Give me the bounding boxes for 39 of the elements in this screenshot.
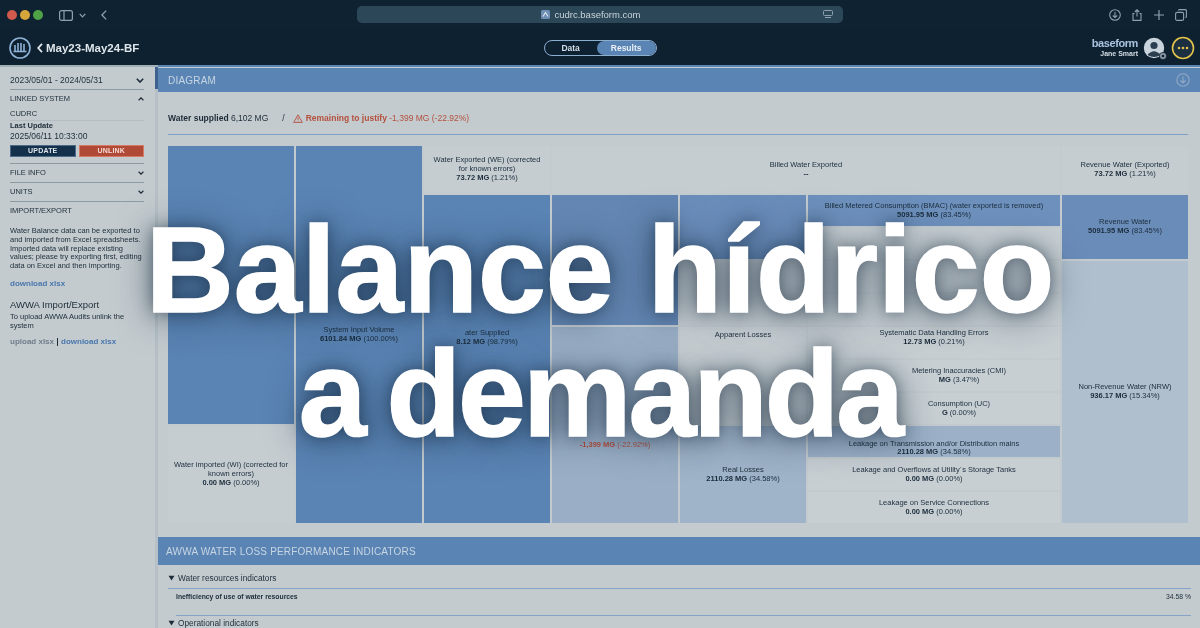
- avatar-icon[interactable]: [1143, 36, 1165, 59]
- reader-icon[interactable]: [823, 10, 833, 19]
- group-title[interactable]: Water resources indicators: [178, 573, 277, 583]
- minimize-dot-icon[interactable]: [20, 10, 30, 20]
- water-supplied-text: Water supplied 6,102 MG: [168, 113, 269, 123]
- address-field[interactable]: cudrc.baseform.com: [357, 6, 843, 23]
- awwa-title: AWWA Import/Export: [10, 299, 101, 311]
- chevron-down-icon[interactable]: [79, 12, 86, 18]
- download-icon[interactable]: [1109, 9, 1121, 21]
- section-title: DIAGRAM: [168, 74, 217, 86]
- tabs-icon[interactable]: [1175, 9, 1187, 21]
- warning-icon: [292, 113, 303, 123]
- caret-icon[interactable]: [168, 620, 175, 626]
- close-dot-icon[interactable]: [7, 10, 17, 20]
- chevron-up-icon[interactable]: [138, 96, 144, 101]
- chevron-down-icon[interactable]: [136, 77, 144, 83]
- group-title[interactable]: Operational indicators: [178, 618, 259, 628]
- view-tab[interactable]: Data: [544, 41, 597, 55]
- caret-icon[interactable]: [168, 575, 175, 581]
- slash-separator: /: [282, 113, 285, 123]
- chevron-down-icon[interactable]: [138, 190, 144, 194]
- chevron-down-icon[interactable]: [138, 171, 144, 175]
- sidebar-toggle-icon[interactable]: [59, 9, 73, 21]
- date-range-label[interactable]: 2023/05/01 - 2024/05/31: [10, 75, 103, 85]
- scrollbar-thumb[interactable]: [155, 67, 158, 89]
- brand-name: baseform: [1091, 37, 1138, 49]
- zoom-dot-icon[interactable]: [33, 10, 43, 20]
- chevron-left-icon: [37, 42, 43, 53]
- logo-icon[interactable]: [9, 36, 31, 59]
- back-icon[interactable]: [101, 10, 107, 20]
- section-title: AWWA WATER LOSS PERFORMANCE INDICATORS: [166, 545, 416, 557]
- chat-icon[interactable]: [1171, 35, 1195, 60]
- field-value: 2025/06/11 10:33:00: [10, 131, 88, 141]
- plus-icon[interactable]: [1153, 9, 1165, 21]
- share-icon[interactable]: [1131, 9, 1143, 21]
- remaining-text: Remaining to justify -1,399 MG (-22.92%): [305, 113, 470, 123]
- favicon-icon: [541, 10, 551, 19]
- badge-icon: [1159, 51, 1167, 60]
- back-button[interactable]: May23-May24-BF: [37, 41, 140, 54]
